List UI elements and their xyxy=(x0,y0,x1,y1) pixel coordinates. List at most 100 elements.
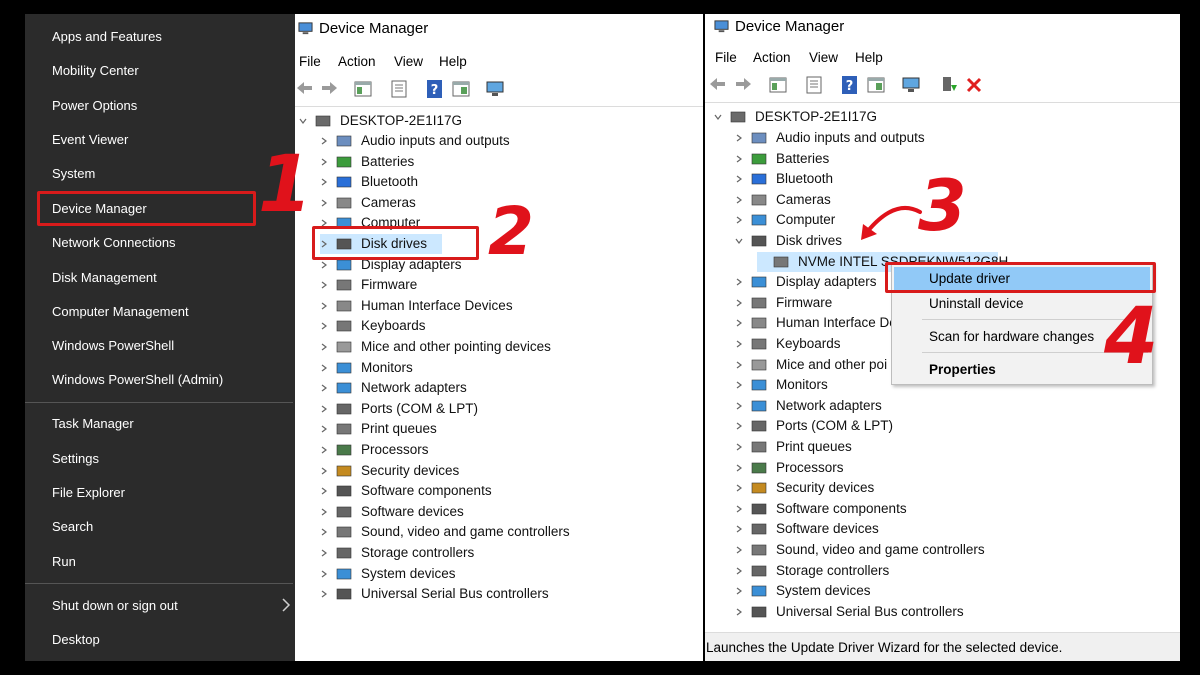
show-hide-console-tree-icon[interactable] xyxy=(768,75,788,95)
tree-item-universal-serial-bus-controllers[interactable]: Universal Serial Bus controllers xyxy=(320,584,580,604)
chevron-right-icon[interactable] xyxy=(735,381,743,389)
menu-item-computer-management[interactable]: Computer Management xyxy=(52,301,189,323)
chevron-right-icon[interactable] xyxy=(320,364,328,372)
chevron-right-icon[interactable] xyxy=(735,155,743,163)
menu-item-run[interactable]: Run xyxy=(52,551,76,573)
tree-item-ports-com-lpt[interactable]: Ports (COM & LPT) xyxy=(320,399,580,419)
context-scan-hardware[interactable]: Scan for hardware changes xyxy=(929,329,1094,344)
tree-item-batteries[interactable]: Batteries xyxy=(320,152,580,172)
scan-hardware-icon[interactable] xyxy=(485,79,505,99)
tree-item-display-adapters[interactable]: Display adapters xyxy=(735,272,885,292)
chevron-right-icon[interactable] xyxy=(735,134,743,142)
update-driver-icon[interactable] xyxy=(939,75,959,95)
menu-file[interactable]: File xyxy=(715,50,737,65)
tree-item-monitors[interactable]: Monitors xyxy=(320,358,580,378)
back-arrow-icon[interactable] xyxy=(708,74,728,94)
chevron-right-icon[interactable] xyxy=(735,278,743,286)
tree-item-cameras[interactable]: Cameras xyxy=(320,193,580,213)
tree-item-processors[interactable]: Processors xyxy=(320,440,580,460)
chevron-right-icon[interactable] xyxy=(320,302,328,310)
tree-item-audio-inputs-and-outputs[interactable]: Audio inputs and outputs xyxy=(320,131,580,151)
chevron-right-icon[interactable] xyxy=(735,422,743,430)
chevron-right-icon[interactable] xyxy=(735,361,743,369)
menu-view[interactable]: View xyxy=(809,50,838,65)
chevron-right-icon[interactable] xyxy=(320,487,328,495)
menu-item-event-viewer[interactable]: Event Viewer xyxy=(52,129,128,151)
uninstall-x-icon[interactable] xyxy=(964,75,984,95)
tree-item-bluetooth[interactable]: Bluetooth xyxy=(320,172,580,192)
chevron-right-icon[interactable] xyxy=(735,340,743,348)
tree-item-print-queues[interactable]: Print queues xyxy=(320,419,580,439)
tree-item-software-devices[interactable]: Software devices xyxy=(320,502,580,522)
chevron-right-icon[interactable] xyxy=(320,528,328,536)
properties-icon[interactable] xyxy=(804,75,824,95)
chevron-right-icon[interactable] xyxy=(320,199,328,207)
chevron-right-icon[interactable] xyxy=(735,484,743,492)
menu-item-desktop[interactable]: Desktop xyxy=(52,629,100,651)
show-hide-console-tree-icon[interactable] xyxy=(353,79,373,99)
tree-item-print-queues[interactable]: Print queues xyxy=(735,437,885,457)
tree-item-batteries[interactable]: Batteries xyxy=(735,149,885,169)
chevron-right-icon[interactable] xyxy=(735,402,743,410)
chevron-down-icon[interactable] xyxy=(735,237,743,245)
chevron-right-icon[interactable] xyxy=(735,567,743,575)
menu-action[interactable]: Action xyxy=(753,50,791,65)
tree-item-audio-inputs-and-outputs[interactable]: Audio inputs and outputs xyxy=(735,128,925,148)
forward-arrow-icon[interactable] xyxy=(319,78,339,98)
properties-icon[interactable] xyxy=(389,79,409,99)
chevron-right-icon[interactable] xyxy=(320,178,328,186)
chevron-right-icon[interactable] xyxy=(320,343,328,351)
menu-action[interactable]: Action xyxy=(338,54,376,69)
menu-item-power-options[interactable]: Power Options xyxy=(52,95,137,117)
tree-item-keyboards[interactable]: Keyboards xyxy=(320,316,580,336)
menu-item-file-explorer[interactable]: File Explorer xyxy=(52,482,125,504)
tree-item-system-devices[interactable]: System devices xyxy=(735,581,885,601)
chevron-right-icon[interactable] xyxy=(320,281,328,289)
menu-item-apps-features[interactable]: Apps and Features xyxy=(52,26,162,48)
tree-item-firmware[interactable]: Firmware xyxy=(735,293,885,313)
tree-item-software-components[interactable]: Software components xyxy=(320,481,580,501)
tree-item-keyboards[interactable]: Keyboards xyxy=(735,334,885,354)
chevron-right-icon[interactable] xyxy=(735,587,743,595)
chevron-right-icon[interactable] xyxy=(320,590,328,598)
tree-item-sound-video-and-game-controllers[interactable]: Sound, video and game controllers xyxy=(735,540,985,560)
context-uninstall-device[interactable]: Uninstall device xyxy=(929,296,1024,311)
menu-view[interactable]: View xyxy=(394,54,423,69)
back-arrow-icon[interactable] xyxy=(295,78,315,98)
chevron-right-icon[interactable] xyxy=(320,261,328,269)
chevron-right-icon[interactable] xyxy=(320,467,328,475)
chevron-right-icon[interactable] xyxy=(320,384,328,392)
chevron-right-icon[interactable] xyxy=(320,508,328,516)
menu-item-network-connections[interactable]: Network Connections xyxy=(52,232,176,254)
chevron-down-icon[interactable] xyxy=(299,117,307,125)
chevron-right-icon[interactable] xyxy=(735,546,743,554)
tree-item-network-adapters[interactable]: Network adapters xyxy=(320,378,580,398)
chevron-right-icon[interactable] xyxy=(735,464,743,472)
tree-item-storage-controllers[interactable]: Storage controllers xyxy=(735,561,889,581)
tree-item-universal-serial-bus-controllers[interactable]: Universal Serial Bus controllers xyxy=(735,602,964,622)
chevron-right-icon[interactable] xyxy=(320,549,328,557)
menu-item-settings[interactable]: Settings xyxy=(52,448,99,470)
chevron-right-icon[interactable] xyxy=(320,322,328,330)
action-pane-icon[interactable] xyxy=(451,79,471,99)
tree-item-ports-com-lpt[interactable]: Ports (COM & LPT) xyxy=(735,416,893,436)
forward-arrow-icon[interactable] xyxy=(733,74,753,94)
chevron-right-icon[interactable] xyxy=(735,608,743,616)
help-icon[interactable]: ? xyxy=(425,79,445,99)
tree-item-software-components[interactable]: Software components xyxy=(735,499,907,519)
tree-item-storage-controllers[interactable]: Storage controllers xyxy=(320,543,580,563)
chevron-right-icon[interactable] xyxy=(320,570,328,578)
menu-item-windows-powershell-admin[interactable]: Windows PowerShell (Admin) xyxy=(52,369,223,391)
chevron-right-icon[interactable] xyxy=(735,319,743,327)
chevron-right-icon[interactable] xyxy=(735,175,743,183)
chevron-right-icon[interactable] xyxy=(735,299,743,307)
chevron-down-icon[interactable] xyxy=(714,113,722,121)
tree-item-processors[interactable]: Processors xyxy=(735,458,885,478)
menu-item-search[interactable]: Search xyxy=(52,516,93,538)
menu-item-disk-management[interactable]: Disk Management xyxy=(52,267,157,289)
menu-item-windows-powershell[interactable]: Windows PowerShell xyxy=(52,335,174,357)
tree-item-software-devices[interactable]: Software devices xyxy=(735,519,885,539)
tree-item-sound-video-and-game-controllers[interactable]: Sound, video and game controllers xyxy=(320,522,580,542)
menu-help[interactable]: Help xyxy=(439,54,467,69)
chevron-right-icon[interactable] xyxy=(735,505,743,513)
